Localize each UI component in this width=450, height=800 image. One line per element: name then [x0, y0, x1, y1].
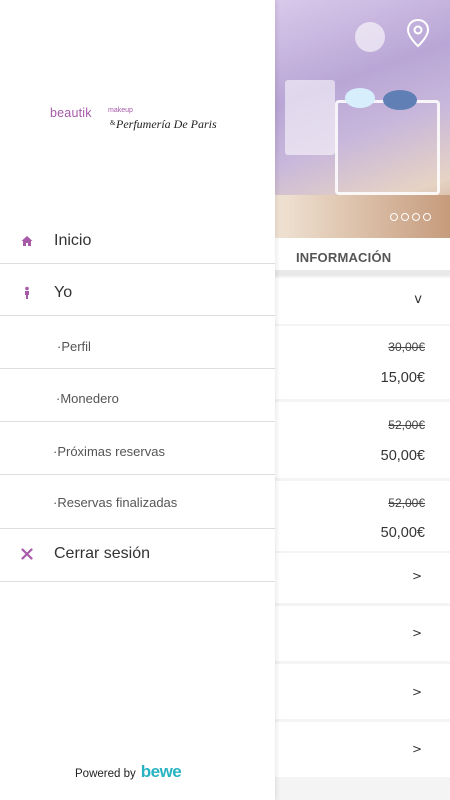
- old-price: 52,00€: [388, 496, 425, 510]
- menu-item-proximas-reservas[interactable]: ·Próximas reservas: [0, 423, 275, 475]
- carousel-dot[interactable]: [423, 213, 431, 221]
- chevron-right-icon: >: [411, 685, 422, 699]
- divider: [275, 270, 450, 276]
- menu-item-perfil[interactable]: ·Perfil: [0, 317, 275, 369]
- shelf-shape: [285, 80, 335, 155]
- close-icon: [21, 548, 33, 560]
- menu-label: Inicio: [54, 232, 92, 249]
- collapsible-row[interactable]: v: [275, 278, 450, 324]
- new-price: 15,00€: [380, 370, 425, 386]
- carousel-dot[interactable]: [390, 213, 398, 221]
- chevron-right-icon: >: [411, 626, 422, 640]
- nav-row[interactable]: >: [275, 722, 450, 777]
- old-price: 30,00€: [388, 340, 425, 354]
- menu-item-cerrar-sesion[interactable]: Cerrar sesión: [0, 530, 275, 582]
- cart-shape: [335, 100, 440, 195]
- service-row[interactable]: 52,00€ 50,00€: [275, 402, 450, 478]
- carousel-dots[interactable]: [390, 213, 431, 221]
- menu-label: Cerrar sesión: [54, 545, 151, 562]
- menu-label: ·Próximas reservas: [53, 444, 165, 459]
- old-price: 52,00€: [388, 418, 425, 432]
- powered-by-text: Powered by: [75, 768, 136, 780]
- home-icon: [21, 236, 33, 246]
- info-section-title: INFORMACIÓN: [296, 250, 392, 265]
- carousel-dot[interactable]: [412, 213, 420, 221]
- menu-item-monedero[interactable]: ·Monedero: [0, 370, 275, 422]
- chevron-right-icon: >: [411, 569, 422, 583]
- logo-brand: beautik: [50, 106, 92, 120]
- wax-heater-shape: [345, 88, 375, 108]
- menu-label: Yo: [54, 284, 73, 301]
- service-row[interactable]: 52,00€ 50,00€: [275, 481, 450, 551]
- location-pin-icon[interactable]: [405, 18, 431, 48]
- new-price: 50,00€: [380, 525, 425, 541]
- logo-brand-suffix: makeup: [108, 107, 133, 114]
- carousel-dot[interactable]: [401, 213, 409, 221]
- nav-row[interactable]: >: [275, 553, 450, 603]
- lamp-shape: [355, 22, 385, 52]
- chevron-right-icon: >: [411, 742, 422, 756]
- menu-label: ·Monedero: [56, 391, 119, 406]
- powered-by-footer: Powered by bewe: [75, 762, 182, 782]
- menu-item-inicio[interactable]: Inicio: [0, 212, 275, 264]
- nav-row[interactable]: >: [275, 664, 450, 719]
- logo-ampersand: &: [110, 119, 116, 127]
- menu-label: ·Perfil: [57, 339, 91, 354]
- person-icon: [25, 286, 29, 299]
- wax-heater-shape-2: [383, 90, 417, 110]
- menu-item-yo[interactable]: Yo: [0, 264, 275, 316]
- new-price: 50,00€: [380, 448, 425, 464]
- logo-partner: Perfumería De Paris: [116, 117, 217, 131]
- brand-logo: beautik makeup & Perfumería De Paris: [50, 106, 230, 132]
- navigation-drawer: beautik makeup & Perfumería De Paris Ini…: [0, 0, 275, 800]
- menu-label: ·Reservas finalizadas: [53, 495, 178, 510]
- menu-item-reservas-finalizadas[interactable]: ·Reservas finalizadas: [0, 476, 275, 529]
- chevron-down-icon: v: [414, 292, 422, 307]
- bewe-logo[interactable]: bewe: [141, 762, 182, 782]
- nav-row[interactable]: >: [275, 606, 450, 661]
- service-row[interactable]: 30,00€ 15,00€: [275, 326, 450, 399]
